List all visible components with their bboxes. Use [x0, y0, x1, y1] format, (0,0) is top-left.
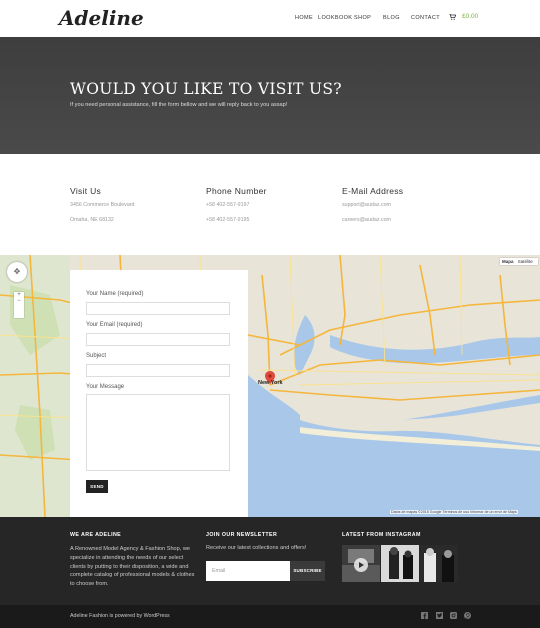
- about-text: A Renowned Model Agency & Fashion Shop, …: [70, 546, 195, 588]
- instagram-photo-1[interactable]: [342, 545, 380, 582]
- map-tab-satellite[interactable]: Satélite: [518, 259, 533, 264]
- site-logo[interactable]: Adeline: [59, 6, 144, 30]
- map-type-tabs: Mapa Satélite: [500, 258, 538, 265]
- visit-title: Visit Us: [70, 186, 102, 196]
- hero-subtitle: If you need personal assistance, fill th…: [70, 102, 288, 108]
- twitter-icon[interactable]: [436, 612, 443, 621]
- nav-lookbook[interactable]: LOOKBOOK: [318, 15, 352, 21]
- instagram-icon[interactable]: [450, 612, 457, 621]
- name-label: Your Name (required): [86, 291, 144, 297]
- email-label: Your Email (required): [86, 322, 143, 328]
- hero-title: WOULD YOU LIKE TO VISIT US?: [70, 80, 342, 98]
- name-input[interactable]: [86, 302, 230, 315]
- email-support[interactable]: support@audaz.com: [342, 202, 391, 208]
- phone-2[interactable]: +58 402-557-9195: [206, 217, 249, 223]
- subscribe-button[interactable]: SUBSCRIBE: [290, 561, 325, 581]
- phone-title: Phone Number: [206, 186, 267, 196]
- pinterest-icon[interactable]: [464, 612, 471, 621]
- phone-1[interactable]: +58 402-557-9197: [206, 202, 249, 208]
- footer-credit: Adeline Fashion is powered by WordPress: [70, 613, 170, 619]
- visit-address-2: Omaha, NE 68132: [70, 217, 114, 223]
- cart-icon[interactable]: [449, 13, 457, 22]
- map-tab-map[interactable]: Mapa: [502, 259, 514, 264]
- visit-address-1: 3456 Commerce Boulevard: [70, 202, 135, 208]
- email-careers[interactable]: careers@audaz.com: [342, 217, 391, 223]
- pan-control[interactable]: ✥: [7, 262, 27, 282]
- map-footer: Datos de mapas ©2015 Google Términos de …: [390, 510, 518, 514]
- contact-email: E-Mail Address support@audaz.com careers…: [342, 186, 404, 223]
- newsletter-text: Receive our latest collections and offer…: [206, 545, 307, 551]
- cart-total[interactable]: £0.00: [462, 13, 478, 20]
- instagram-title: LATEST FROM INSTAGRAM: [342, 532, 421, 538]
- hero-banner: WOULD YOU LIKE TO VISIT US? If you need …: [0, 37, 540, 154]
- nav-blog[interactable]: BLOG: [383, 15, 400, 21]
- contact-phone: Phone Number +58 402-557-9197 +58 402-55…: [206, 186, 267, 223]
- zoom-out-icon[interactable]: −: [14, 298, 24, 304]
- nav-home[interactable]: HOME: [295, 15, 313, 21]
- email-title: E-Mail Address: [342, 186, 404, 196]
- zoom-control[interactable]: + −: [14, 292, 24, 318]
- send-button[interactable]: SEND: [86, 480, 108, 493]
- contact-form: Your Name (required) Your Email (require…: [70, 270, 248, 517]
- subject-input[interactable]: [86, 364, 230, 377]
- nav-contact[interactable]: CONTACT: [411, 15, 440, 21]
- site-header: Adeline HOME LOOKBOOK SHOP BLOG CONTACT …: [0, 0, 540, 37]
- facebook-icon[interactable]: [421, 612, 428, 621]
- map-city-label: New York: [258, 380, 283, 386]
- contact-visit: Visit Us 3456 Commerce Boulevard Omaha, …: [70, 186, 134, 223]
- message-label: Your Message: [86, 384, 125, 390]
- message-textarea[interactable]: [86, 394, 230, 471]
- about-title: WE ARE ADELINE: [70, 532, 122, 538]
- instagram-photo-2[interactable]: [381, 545, 419, 582]
- instagram-photo-3[interactable]: [420, 545, 458, 582]
- nav-shop[interactable]: SHOP: [354, 15, 371, 21]
- newsletter-title: JOIN OUR NEWSLETTER: [206, 532, 278, 538]
- subject-label: Subject: [86, 353, 107, 359]
- newsletter-email-input[interactable]: Email: [206, 561, 290, 581]
- email-input[interactable]: [86, 333, 230, 346]
